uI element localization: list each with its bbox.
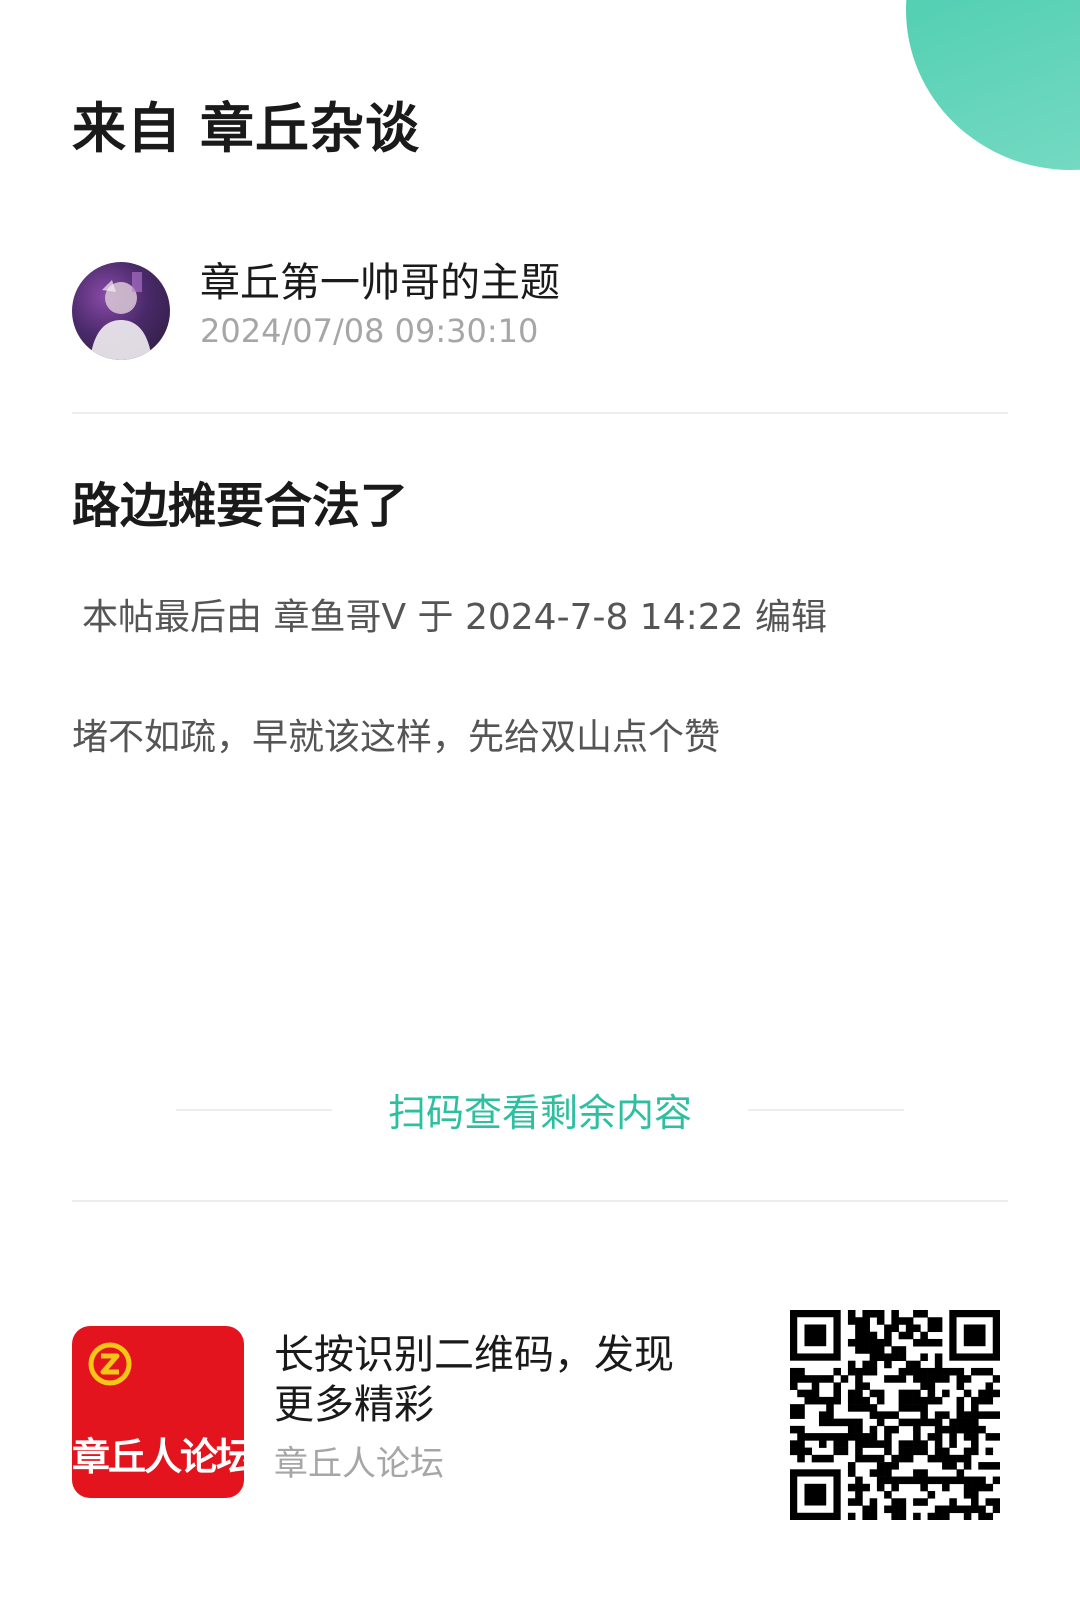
divider [176,1109,332,1111]
avatar[interactable] [72,262,170,360]
post-title: 路边摊要合法了 [72,478,409,534]
forum-logo-emblem-icon [88,1342,132,1386]
divider [72,412,1008,414]
author-row[interactable]: 章丘第一帅哥的主题 2024/07/08 09:30:10 [72,244,1008,364]
scan-more-prompt[interactable]: 扫码查看剩余内容 [0,1082,1080,1138]
footer-cta: 长按识别二维码，发现更多精彩 [274,1332,674,1428]
divider [72,1200,1008,1202]
scan-more-label[interactable]: 扫码查看剩余内容 [370,1082,710,1137]
footer: 章丘人论坛 长按识别二维码，发现更多精彩 章丘人论坛 [72,1310,1008,1530]
divider [748,1109,904,1111]
author-name[interactable]: 章丘第一帅哥的主题 [200,250,560,308]
source-prefix: 来自 [72,97,182,160]
source-heading: 来自 章丘杂谈 [72,84,420,163]
qr-code[interactable] [790,1310,1000,1520]
post-body: 堵不如疏，早就该这样，先给双山点个赞 [72,717,721,758]
corner-decoration [906,0,1080,170]
footer-forum-name: 章丘人论坛 [274,1444,444,1484]
edit-note: 本帖最后由 章鱼哥V 于 2024-7-8 14:22 编辑 [82,597,827,638]
post-timestamp: 2024/07/08 09:30:10 [200,312,539,350]
avatar-icon [90,272,152,360]
forum-logo: 章丘人论坛 [72,1326,244,1498]
footer-text: 长按识别二维码，发现更多精彩 章丘人论坛 [274,1330,674,1485]
forum-section-name[interactable]: 章丘杂谈 [200,97,420,160]
forum-logo-text: 章丘人论坛 [72,1435,244,1479]
qr-code-icon [790,1310,1000,1520]
share-card: 来自 章丘杂谈 章丘第一帅哥的主题 2024/07/08 09:30:10 路边摊… [0,0,1080,1601]
